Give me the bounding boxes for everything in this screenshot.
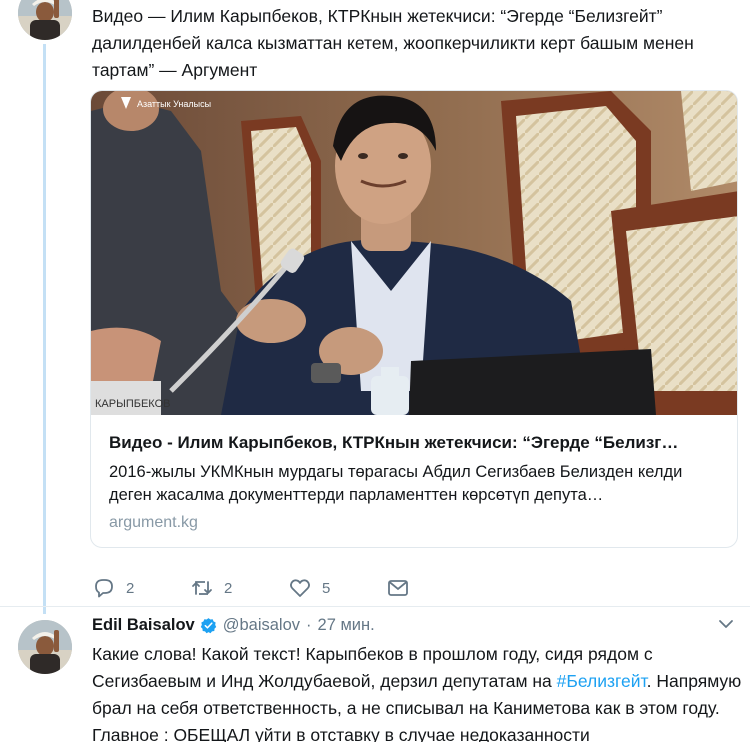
avatar-photo: [18, 620, 72, 674]
chevron-down-icon[interactable]: [718, 618, 734, 630]
card-description: 2016-жылы УКМКнын мурдагы төрагасы Абдил…: [109, 463, 683, 504]
hashtag-link[interactable]: #Белизгейт: [557, 671, 647, 691]
author-name[interactable]: Edil Baisalov: [92, 616, 195, 635]
like-button[interactable]: 5: [288, 576, 358, 600]
like-count: 5: [322, 579, 331, 597]
card-image: КАРЫПБЕКОВ Азаттык Уналысы: [91, 91, 737, 415]
tweet-header: Edil Baisalov @baisalov · 27 мин.: [92, 614, 375, 636]
retweet-button[interactable]: 2: [190, 576, 260, 600]
verified-badge-icon: [200, 617, 216, 633]
tweet-timestamp[interactable]: 27 мин.: [318, 616, 375, 635]
reply-icon: [95, 579, 113, 598]
direct-message-button[interactable]: [386, 576, 420, 600]
tweet-text: Какие слова! Какой текст! Карыпбеков в п…: [92, 641, 742, 742]
author-avatar[interactable]: [18, 620, 72, 674]
card-title[interactable]: Видео - Илим Карыпбеков, КТРКнын жетекчи…: [109, 431, 729, 455]
envelope-icon: [388, 580, 408, 596]
thread-connector-line: [43, 44, 46, 614]
retweet-icon: [192, 581, 212, 595]
reply-button[interactable]: 2: [92, 576, 162, 600]
tweet-actions-bar: 2 2 5: [92, 574, 448, 602]
image-watermark: Азаттык Уналысы: [137, 99, 211, 109]
header-separator: ·: [306, 615, 312, 634]
tweet-text: Видео — Илим Карыпбеков, КТРКнын жетекчи…: [92, 6, 694, 80]
retweet-count: 2: [224, 579, 233, 597]
heart-icon: [290, 579, 310, 597]
nameplate-text: КАРЫПБЕКОВ: [95, 398, 170, 410]
card-domain: argument.kg: [109, 514, 198, 531]
tweet-divider: [0, 606, 750, 607]
author-handle[interactable]: @baisalov: [223, 616, 300, 635]
reply-count: 2: [126, 579, 135, 597]
author-avatar[interactable]: [18, 0, 72, 40]
link-preview-card[interactable]: КАРЫПБЕКОВ Азаттык Уналысы Видео - Илим …: [90, 90, 738, 548]
avatar-photo: [18, 0, 72, 40]
